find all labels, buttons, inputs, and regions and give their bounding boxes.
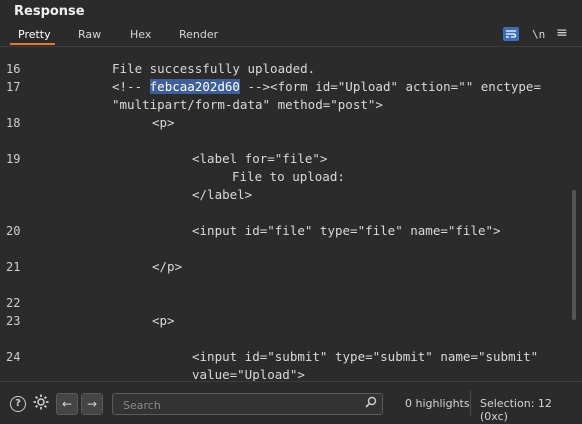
response-header: Response [0,0,582,24]
active-tab-indicator [10,43,55,45]
line-number: 16 [6,62,21,76]
menu-icon[interactable]: ≡ [556,26,568,40]
vertical-scrollbar[interactable] [572,190,576,320]
help-icon[interactable]: ? [10,396,26,412]
tab-pretty[interactable]: Pretty [18,28,51,41]
code-line: <p> [152,115,175,130]
tab-raw[interactable]: Raw [78,28,101,41]
divider [470,390,471,416]
search-input[interactable] [121,396,355,414]
line-number: 17 [6,80,21,94]
word-wrap-button[interactable] [503,27,519,41]
previous-match-button[interactable]: ← [56,393,78,415]
highlights-count: 0 highlights [405,397,470,410]
code-line: <label for="file"> [192,151,328,166]
line-number: 19 [6,152,21,166]
search-icon[interactable] [365,396,377,411]
code-line: </label> [192,187,253,202]
tab-hex[interactable]: Hex [130,28,151,41]
line-number: 23 [6,314,21,328]
view-tabs: Pretty Raw Hex Render [0,24,582,47]
line-number: 22 [6,296,21,310]
show-newlines-button[interactable]: \n [532,28,545,41]
search-bar: ? ← → 0 highlights Selection: 12 (0xc) [0,381,582,424]
code-line: File to upload: [232,169,345,184]
code-line: <!-- febcaa202d60 --><form id="Upload" a… [112,79,541,94]
response-editor[interactable]: 16 17 18 19 20 21 22 23 24 File successf… [0,47,582,381]
word-wrap-icon [506,30,517,38]
code-line: File successfully uploaded. [112,61,316,76]
tab-render[interactable]: Render [179,28,218,41]
line-number: 20 [6,224,21,238]
code-line: "multipart/form-data" method="post"> [112,97,383,112]
selected-text[interactable]: febcaa202d60 [149,79,240,94]
panel-title: Response [14,4,85,19]
arrow-right-icon: → [86,397,98,411]
code-line: <p> [152,313,175,328]
code-line: value="Upload"> [192,367,305,381]
settings-icon[interactable] [32,393,50,415]
search-box [112,393,383,415]
code-line: <input id="file" type="file" name="file"… [192,223,501,238]
comment-open: <!-- [112,79,150,94]
code-line: </p> [152,259,183,274]
selection-info: Selection: 12 (0xc) [480,397,552,423]
line-number: 18 [6,116,21,130]
arrow-left-icon: ← [61,397,73,411]
comment-close-form: --><form id="Upload" action="" enctype= [239,79,541,94]
line-number: 24 [6,350,21,364]
next-match-button[interactable]: → [81,393,103,415]
line-number: 21 [6,260,21,274]
code-line: <input id="submit" type="submit" name="s… [192,349,539,364]
